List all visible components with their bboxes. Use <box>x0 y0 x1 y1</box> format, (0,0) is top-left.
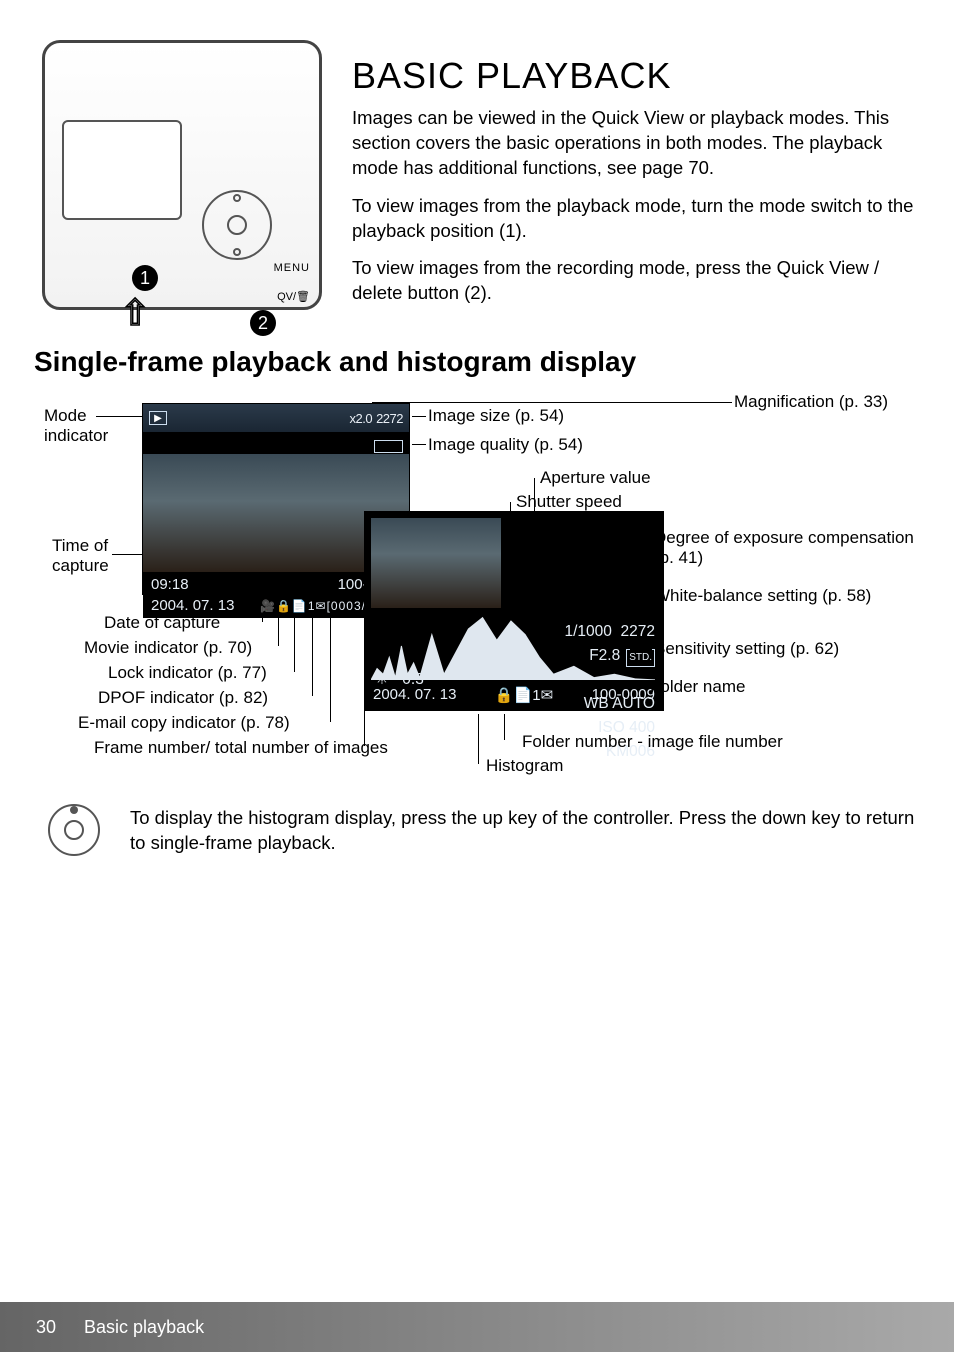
callout-2: 2 <box>250 310 276 336</box>
label-exposure-comp: Degree of exposure compensation (p. 41) <box>654 528 914 568</box>
lcd2-date: 2004. 07. 13 <box>373 686 456 704</box>
qv-delete-button-label: QV/🗑 <box>277 290 310 303</box>
label-email-indicator: E-mail copy indicator (p. 78) <box>78 713 290 733</box>
camera-back-illustration: MENU QV/🗑 1 2 ⇧ <box>32 30 332 320</box>
histogram-instructions: To display the histogram display, press … <box>130 806 920 856</box>
label-time-1: Time of <box>52 536 108 556</box>
lcd1-magnification: x2.0 <box>350 411 373 426</box>
lcd-histogram: 1/1000 2272 F2.8STD. ☀ −0.3 WB AUTO ISO … <box>364 511 664 711</box>
arrow-up-icon: ⇧ <box>120 292 150 334</box>
lcd2-thumbnail <box>371 518 501 608</box>
lcd1-time: 09:18 <box>151 576 189 593</box>
label-folder-number: Folder number - image file number <box>522 732 783 752</box>
label-image-size: Image size (p. 54) <box>428 406 564 426</box>
callout-1: 1 <box>132 265 158 291</box>
intro-paragraph-3: To view images from the recording mode, … <box>352 256 932 306</box>
label-aperture: Aperture value <box>540 468 651 488</box>
label-dpof-indicator: DPOF indicator (p. 82) <box>98 688 268 708</box>
label-folder-name: Folder name <box>650 677 745 697</box>
lcd1-image-quality: STD. <box>374 440 403 453</box>
label-mode-indicator-2: indicator <box>44 426 108 446</box>
label-mode-indicator-1: Mode <box>44 406 87 426</box>
label-shutter: Shutter speed <box>516 492 622 512</box>
label-lock-indicator: Lock indicator (p. 77) <box>108 663 267 683</box>
footer-section: Basic playback <box>84 1317 204 1338</box>
label-frame-number: Frame number/ total number of images <box>94 738 388 758</box>
label-movie-indicator: Movie indicator (p. 70) <box>84 638 252 658</box>
controller-dpad <box>202 190 272 260</box>
label-histogram: Histogram <box>486 756 563 776</box>
lcd2-icons: 🔒📄1✉ <box>495 686 553 704</box>
camera-lcd-outline <box>62 120 182 220</box>
lcd1-date: 2004. 07. 13 <box>151 597 234 614</box>
label-time-2: capture <box>52 556 109 576</box>
lcd1-image-size: 2272 <box>376 411 403 426</box>
controller-icon <box>34 800 114 860</box>
histogram-plot <box>371 612 655 680</box>
intro-paragraph-2: To view images from the playback mode, t… <box>352 194 932 244</box>
subheading: Single-frame playback and histogram disp… <box>34 346 636 378</box>
lcd2-folder-file: 100-0009 <box>592 686 655 704</box>
label-white-balance: White-balance setting (p. 58) <box>654 586 871 606</box>
intro-paragraph-1: Images can be viewed in the Quick View o… <box>352 106 932 181</box>
playback-diagram: Mode indicator Time of capture Date of c… <box>34 388 920 778</box>
playback-mode-icon: ▶ <box>149 411 167 425</box>
label-magnification: Magnification (p. 33) <box>734 392 888 412</box>
label-iso: Sensitivity setting (p. 62) <box>654 639 839 659</box>
page-footer: 30 Basic playback <box>0 1302 954 1352</box>
menu-button-label: MENU <box>274 262 310 274</box>
page-title: BASIC PLAYBACK <box>352 55 671 97</box>
page-number: 30 <box>36 1317 56 1338</box>
label-image-quality: Image quality (p. 54) <box>428 435 583 455</box>
